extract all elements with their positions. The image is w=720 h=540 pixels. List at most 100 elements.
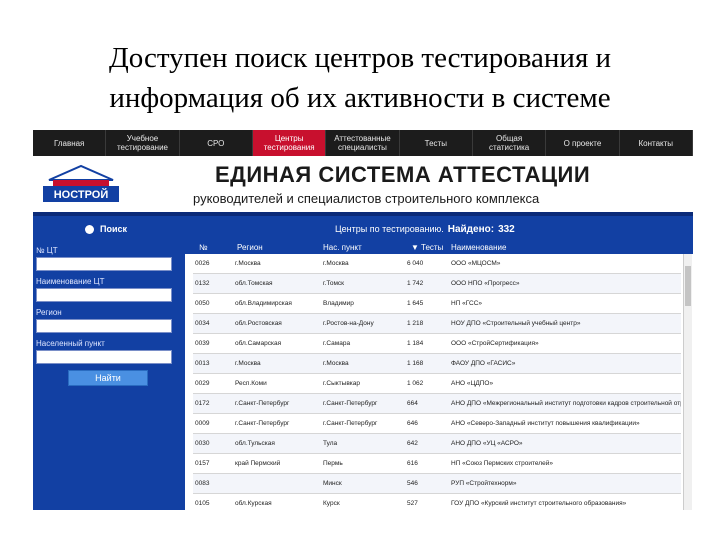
top-navigation: Главная Учебное тестирование СРО Центры тес… <box>33 130 693 156</box>
table-cell: Пермь <box>321 453 405 474</box>
table-cell: 0034 <box>193 313 233 334</box>
table-cell: обл.Курская <box>233 493 321 510</box>
table-cell: РУП «Стройтехнорм» <box>449 473 681 494</box>
nav-item-6[interactable]: Тесты <box>400 130 473 156</box>
table-row[interactable]: 0026 г.Москва г.Москва 6 040 ООО «МЦОСМ» <box>193 254 681 274</box>
table-cell: 0105 <box>193 493 233 510</box>
search-panel: Поиск № ЦТ Наименование ЦТ Регион Населе… <box>33 216 185 510</box>
table-cell: г.Москва <box>233 353 321 374</box>
table-cell: г.Москва <box>321 254 405 274</box>
table-cell: АНО «ЦДПО» <box>449 373 681 394</box>
table-cell: г.Томск <box>321 273 405 294</box>
region-input[interactable] <box>36 319 172 333</box>
column-region[interactable]: Регион <box>237 243 263 252</box>
slide-title-line-2: информация об их активности в системе <box>109 82 611 114</box>
nav-item-8[interactable]: О проекте <box>546 130 620 156</box>
table-cell: 0026 <box>193 254 233 274</box>
table-cell: 546 <box>405 473 449 494</box>
table-cell: Владимир <box>321 293 405 314</box>
nav-item-5[interactable]: Аттестованные специалисты <box>326 130 400 156</box>
nav-item-2[interactable]: Учебное тестирование <box>106 130 180 156</box>
table-cell: 0009 <box>193 413 233 434</box>
column-tests[interactable]: Тесты <box>421 243 443 252</box>
table-cell: ФАОУ ДПО «ГАСИС» <box>449 353 681 374</box>
results-heading: Центры по тестированию. <box>335 224 444 234</box>
center-number-label: № ЦТ <box>36 246 58 255</box>
nav-item-3[interactable]: СРО <box>180 130 253 156</box>
table-cell: г.Москва <box>321 353 405 374</box>
table-cell: г.Санкт-Петербург <box>233 413 321 434</box>
table-row[interactable]: 0105 обл.Курская Курск 527 ГОУ ДПО «Курский … <box>193 493 681 510</box>
table-row[interactable]: 0029 Респ.Коми г.Сыктывкар 1 062 АНО «ЦДПО» <box>193 373 681 394</box>
site-banner: НОСТРОЙ ЕДИНАЯ СИСТЕМА АТТЕСТАЦИИ руково… <box>33 156 693 212</box>
find-button[interactable]: Найти <box>68 370 148 386</box>
table-row[interactable]: 0030 обл.Тульская Тула 642 АНО ДПО «УЦ «АСРО… <box>193 433 681 454</box>
results-scrollbar[interactable] <box>683 254 692 510</box>
table-cell: 1 168 <box>405 353 449 374</box>
found-count: 332 <box>498 223 515 235</box>
table-cell: обл.Томская <box>233 273 321 294</box>
table-row[interactable]: 0083 Минск 546 РУП «Стройтехнорм» <box>193 473 681 494</box>
table-cell: 0039 <box>193 333 233 354</box>
table-cell: 1 062 <box>405 373 449 394</box>
results-table: 0026 г.Москва г.Москва 6 040 ООО «МЦОСМ» 0132… <box>193 254 681 510</box>
slide-title: Доступен поиск центров тестирования и ин… <box>0 38 720 118</box>
table-cell: ООО «СтройСертификация» <box>449 333 681 354</box>
table-cell: НОУ ДПО «Строительный учебный центр» <box>449 313 681 334</box>
table-cell: 1 645 <box>405 293 449 314</box>
center-name-input[interactable] <box>36 288 172 302</box>
table-cell: 0013 <box>193 353 233 374</box>
center-number-input[interactable] <box>36 257 172 271</box>
column-name[interactable]: Наименование <box>451 243 506 252</box>
table-row[interactable]: 0009 г.Санкт-Петербург г.Санкт-Петербург 64… <box>193 413 681 434</box>
column-tests-sort-icon[interactable]: ▼ <box>411 243 419 252</box>
nav-item-9[interactable]: Контакты <box>620 130 693 156</box>
table-cell: 616 <box>405 453 449 474</box>
results-header: Центры по тестированию. Найдено: 332 <box>185 216 693 242</box>
table-cell: обл.Самарская <box>233 333 321 354</box>
table-cell: г.Москва <box>233 254 321 274</box>
table-row[interactable]: 0172 г.Санкт-Петербург г.Санкт-Петербург 66… <box>193 393 681 414</box>
search-heading: Поиск <box>100 224 128 234</box>
table-cell: 0132 <box>193 273 233 294</box>
search-panel-header: Поиск <box>33 216 185 242</box>
table-row[interactable]: 0132 обл.Томская г.Томск 1 742 ООО НПО «Прог… <box>193 273 681 294</box>
column-city[interactable]: Нас. пункт <box>323 243 362 252</box>
table-row[interactable]: 0034 обл.Ростовская г.Ростов-на-Дону 1 218 Н… <box>193 313 681 334</box>
system-title: ЕДИНАЯ СИСТЕМА АТТЕСТАЦИИ <box>215 162 591 187</box>
table-cell: г.Санкт-Петербург <box>233 393 321 414</box>
center-name-label: Наименование ЦТ <box>36 277 105 286</box>
table-cell: АНО «Северо-Западный институт повышения … <box>449 413 681 434</box>
nav-item-7[interactable]: Общая статистика <box>473 130 547 156</box>
table-cell: Тула <box>321 433 405 454</box>
nav-item-4[interactable]: Центры тестирования <box>252 130 327 156</box>
table-header: № Регион Нас. пункт ▼ Тесты Наименование <box>185 242 693 254</box>
table-row[interactable]: 0157 край Пермский Пермь 616 НП «Союз Пермск… <box>193 453 681 474</box>
table-cell: АНО ДПО «УЦ «АСРО» <box>449 433 681 454</box>
city-input[interactable] <box>36 350 172 364</box>
table-cell: 0083 <box>193 473 233 494</box>
table-cell: ГОУ ДПО «Курский институт строительного … <box>449 493 681 510</box>
column-number[interactable]: № <box>199 243 208 252</box>
nostroy-logo[interactable]: НОСТРОЙ <box>41 164 121 206</box>
table-row[interactable]: 0013 г.Москва г.Москва 1 168 ФАОУ ДПО «ГАСИС… <box>193 353 681 374</box>
slide-title-line-1: Доступен поиск центров тестирования и <box>108 42 612 74</box>
table-cell: обл.Владимирская <box>233 293 321 314</box>
table-cell: 664 <box>405 393 449 414</box>
table-cell: г.Ростов-на-Дону <box>321 313 405 334</box>
table-cell: НП «ГСС» <box>449 293 681 314</box>
table-cell: 0050 <box>193 293 233 314</box>
table-cell: 0030 <box>193 433 233 454</box>
table-row[interactable]: 0039 обл.Самарская г.Самара 1 184 ООО «Строй… <box>193 333 681 354</box>
scrollbar-thumb[interactable] <box>685 266 691 306</box>
table-row[interactable]: 0050 обл.Владимирская Владимир 1 645 НП «ГСС… <box>193 293 681 314</box>
table-cell: г.Санкт-Петербург <box>321 413 405 434</box>
region-label: Регион <box>36 308 62 317</box>
table-cell: АНО ДПО «Межрегиональный институт подгот… <box>449 393 681 414</box>
table-cell: Курск <box>321 493 405 510</box>
table-cell: НП «Союз Пермских строителей» <box>449 453 681 474</box>
table-cell: обл.Тульская <box>233 433 321 454</box>
nav-item-1[interactable]: Главная <box>33 130 107 156</box>
table-cell: обл.Ростовская <box>233 313 321 334</box>
found-label: Найдено: <box>447 223 495 235</box>
